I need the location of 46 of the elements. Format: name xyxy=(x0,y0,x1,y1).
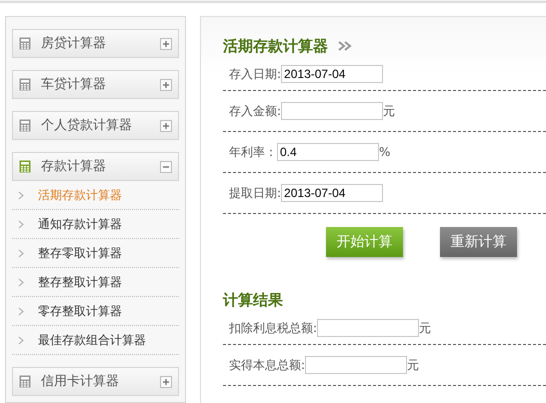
input-field[interactable] xyxy=(305,356,408,374)
sidebar-group-header[interactable]: 存款计算器 xyxy=(12,152,179,181)
sidebar-item[interactable]: 最佳存款组合计算器 xyxy=(12,326,179,355)
calculator-icon xyxy=(19,375,31,388)
field-label: 扣除利息税总额: xyxy=(229,320,318,336)
sidebar-item[interactable]: 零存整取计算器 xyxy=(12,297,179,326)
unit-label: % xyxy=(379,144,390,161)
input-field[interactable] xyxy=(317,318,420,336)
input-field[interactable]: 2013-07-04 xyxy=(281,64,384,82)
sidebar-group-header[interactable]: 个人贷款计算器 xyxy=(12,111,179,140)
chevron-icon xyxy=(18,248,24,258)
calculator-icon xyxy=(19,119,31,132)
calculator-icon xyxy=(19,37,31,50)
field-label: 存入日期: xyxy=(229,66,282,82)
chevron-icon xyxy=(18,336,24,344)
sidebar-item[interactable]: 整存整取计算器 xyxy=(12,268,179,297)
input-field[interactable]: 2013-07-04 xyxy=(281,184,384,202)
section-title: 计算结果 xyxy=(223,290,283,311)
collapse-icon[interactable] xyxy=(160,160,172,172)
unit-label: 元 xyxy=(407,357,420,374)
expand-icon[interactable] xyxy=(160,376,172,388)
field-label: 存入金额: xyxy=(229,103,282,120)
chevron-icon xyxy=(18,190,24,200)
section-title: 活期存款计算器 xyxy=(223,36,328,57)
expand-icon[interactable] xyxy=(160,120,172,132)
field-label: 实得本息总额: xyxy=(229,357,306,374)
calculator-icon xyxy=(19,160,31,173)
sidebar-group-header[interactable]: 信用卡计算器 xyxy=(12,367,179,396)
expand-icon[interactable] xyxy=(160,38,172,50)
expand-icon[interactable] xyxy=(160,78,172,90)
calculator-icon xyxy=(19,78,31,91)
double-chevron-icon xyxy=(338,41,352,51)
field-label: 年利率： xyxy=(229,144,277,161)
unit-label: 元 xyxy=(383,103,396,120)
unit-label: 元 xyxy=(419,320,432,336)
chevron-icon xyxy=(18,306,24,316)
input-field[interactable]: 0.4 xyxy=(277,143,379,161)
sidebar-item[interactable]: 通知存款计算器 xyxy=(12,210,179,239)
sidebar-item[interactable]: 整存零取计算器 xyxy=(12,239,179,268)
field-label: 提取日期: xyxy=(229,185,282,202)
sidebar-group-header[interactable]: 房贷计算器 xyxy=(12,29,179,58)
reset-button[interactable]: 重新计算 xyxy=(440,227,517,257)
input-field[interactable] xyxy=(281,102,384,120)
chevron-icon xyxy=(18,220,24,228)
chevron-icon xyxy=(18,278,24,286)
sidebar-group-header[interactable]: 车贷计算器 xyxy=(12,70,179,99)
